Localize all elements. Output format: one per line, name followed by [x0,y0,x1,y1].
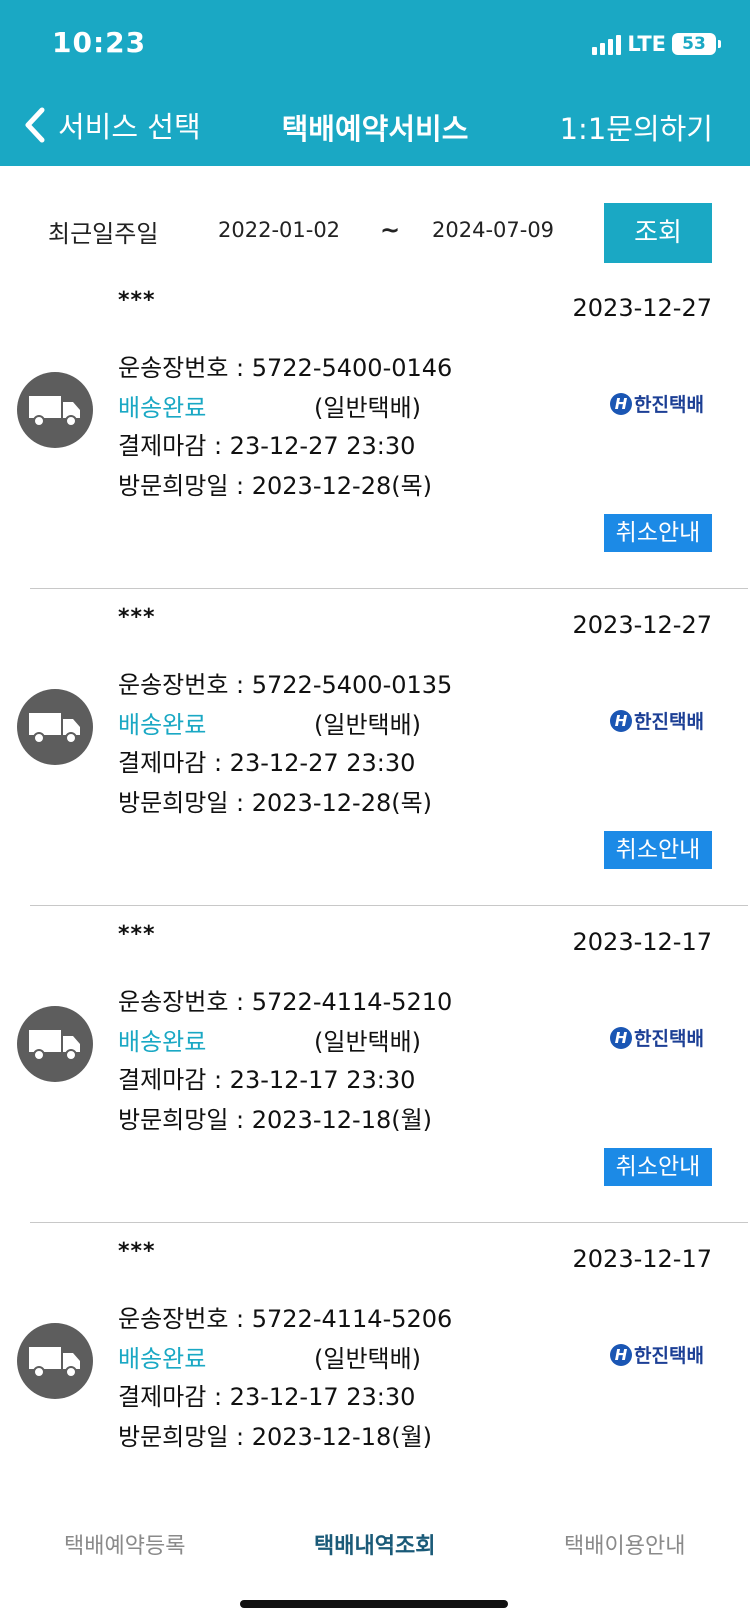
tracking-label: 운송장번호 : [118,988,252,1016]
carrier-logo: H 한진택배 [610,390,704,417]
payment-deadline-label: 결제마감 : [118,749,230,777]
network-label: LTE [627,32,666,56]
battery-icon: 53 [672,33,721,55]
truck-icon [17,372,93,448]
visit-date-label: 방문희망일 : [118,1106,252,1134]
tracking-number: 5722-4114-5206 [251,1305,453,1333]
carrier-name: 한진택배 [634,394,704,416]
date-separator: ~ [380,216,401,244]
order-date: 2023-12-17 [572,1245,712,1273]
date-from-field[interactable]: 2022-01-02 [218,218,340,242]
tracking-number: 5722-5400-0146 [251,354,453,382]
visit-date: 2023-12-18(월) [251,1423,433,1451]
tab-history-lookup[interactable]: 택배내역조회 [314,1528,435,1560]
carrier-logo: H 한진택배 [610,707,704,734]
cancel-info-button[interactable]: 취소안내 [604,514,712,552]
payment-deadline: 23-12-27 23:30 [229,749,416,777]
delivery-type: (일반택배) [314,1028,422,1056]
payment-deadline-label: 결제마감 : [118,1066,230,1094]
tracking-label: 운송장번호 : [118,354,252,382]
hanjin-logo-icon: H [610,1026,632,1049]
tracking-label: 운송장번호 : [118,671,252,699]
signal-icon [592,33,622,55]
order-date: 2023-12-27 [572,294,712,322]
payment-deadline: 23-12-27 23:30 [229,432,416,460]
tracking-label: 운송장번호 : [118,1305,252,1333]
tracking-row: 운송장번호 : 5722-4114-5210 [118,982,452,1017]
delivery-status: 배송완료 [118,711,207,739]
status-indicators: LTE 53 [592,32,721,56]
payment-deadline-label: 결제마감 : [118,432,230,460]
cancel-info-button[interactable]: 취소안내 [604,1148,712,1186]
delivery-status: 배송완료 [118,394,207,422]
delivery-type: (일반택배) [314,394,422,422]
carrier-name: 한진택배 [634,1345,704,1367]
hanjin-logo-icon: H [610,1343,632,1366]
delivery-type: (일반택배) [314,1345,422,1373]
payment-deadline-row: 결제마감 : 23-12-27 23:30 [118,743,415,778]
payment-deadline-row: 결제마감 : 23-12-17 23:30 [118,1377,415,1412]
delivery-type: (일반택배) [314,711,422,739]
carrier-logo: H 한진택배 [610,1024,704,1051]
bottom-tab-bar: 택배예약등록 택배내역조회 택배이용안내 [0,1516,750,1572]
hanjin-logo-icon: H [610,392,632,415]
back-label: 서비스 선택 [58,110,201,144]
chevron-left-icon [25,107,45,143]
order-card[interactable]: *** 2023-12-17 운송장번호 : 5722-4114-5210 배송… [0,906,750,1223]
carrier-name: 한진택배 [634,1028,704,1050]
payment-deadline: 23-12-17 23:30 [229,1066,416,1094]
tab-usage-guide[interactable]: 택배이용안내 [564,1528,685,1560]
hanjin-logo-icon: H [610,709,632,732]
search-button[interactable]: 조회 [604,203,712,263]
tracking-row: 운송장번호 : 5722-4114-5206 [118,1299,452,1334]
visit-date-label: 방문희망일 : [118,472,252,500]
tracking-row: 운송장번호 : 5722-5400-0146 [118,348,452,383]
status-time: 10:23 [52,26,147,59]
payment-deadline-label: 결제마감 : [118,1383,230,1411]
visit-date-row: 방문희망일 : 2023-12-28(목) [118,783,432,818]
visit-date: 2023-12-18(월) [251,1106,433,1134]
carrier-name: 한진택배 [634,711,704,733]
back-button[interactable]: 서비스 선택 [22,104,201,146]
visit-date-row: 방문희망일 : 2023-12-18(월) [118,1417,432,1452]
tracking-number: 5722-5400-0135 [251,671,453,699]
recipient-name: *** [118,605,156,630]
recipient-name: *** [118,288,156,313]
truck-icon [17,1323,93,1399]
visit-date: 2023-12-28(목) [251,789,433,817]
home-indicator[interactable] [240,1600,508,1608]
tracking-number: 5722-4114-5210 [251,988,453,1016]
payment-deadline-row: 결제마감 : 23-12-27 23:30 [118,426,415,461]
order-card[interactable]: *** 2023-12-27 운송장번호 : 5722-5400-0146 배송… [0,272,750,589]
order-card[interactable]: *** 2023-12-17 운송장번호 : 5722-4114-5206 배송… [0,1223,750,1473]
visit-date-row: 방문희망일 : 2023-12-28(목) [118,466,432,501]
payment-deadline-row: 결제마감 : 23-12-17 23:30 [118,1060,415,1095]
visit-date-label: 방문희망일 : [118,789,252,817]
recipient-name: *** [118,922,156,947]
visit-date-label: 방문희망일 : [118,1423,252,1451]
period-label[interactable]: 최근일주일 [48,214,158,249]
delivery-status: 배송완료 [118,1345,207,1373]
order-date: 2023-12-27 [572,611,712,639]
inquiry-button[interactable]: 1:1문의하기 [560,106,713,148]
tracking-row: 운송장번호 : 5722-5400-0135 [118,665,452,700]
truck-icon [17,1006,93,1082]
order-card[interactable]: *** 2023-12-27 운송장번호 : 5722-5400-0135 배송… [0,589,750,906]
recipient-name: *** [118,1239,156,1264]
visit-date: 2023-12-28(목) [251,472,433,500]
date-to-field[interactable]: 2024-07-09 [432,218,554,242]
page-title: 택배예약서비스 [281,112,469,146]
carrier-logo: H 한진택배 [610,1341,704,1368]
truck-icon [17,689,93,765]
order-date: 2023-12-17 [572,928,712,956]
payment-deadline: 23-12-17 23:30 [229,1383,416,1411]
delivery-status: 배송완료 [118,1028,207,1056]
tab-booking-register[interactable]: 택배예약등록 [64,1528,185,1560]
visit-date-row: 방문희망일 : 2023-12-18(월) [118,1100,432,1135]
cancel-info-button[interactable]: 취소안내 [604,831,712,869]
app-header: 10:23 LTE 53 서비스 선택 택배예약서비스 1:1문의하기 [0,0,750,166]
